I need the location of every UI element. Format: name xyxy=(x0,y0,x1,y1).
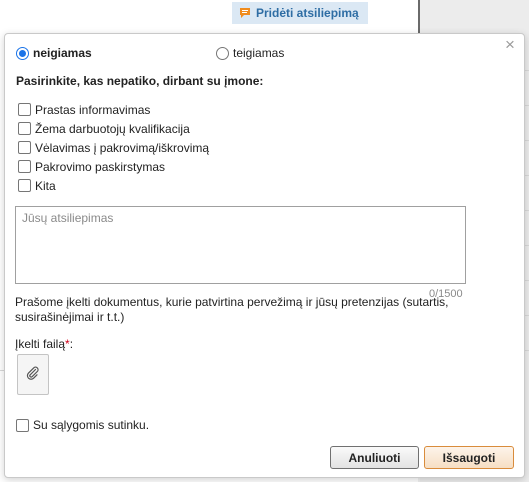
add-review-tab[interactable]: Pridėti atsiliepimą xyxy=(232,2,368,24)
rating-positive-option[interactable]: teigiamas xyxy=(216,46,284,60)
add-review-label: Pridėti atsiliepimą xyxy=(256,6,359,20)
reason-checkbox[interactable] xyxy=(18,179,31,192)
reason-checkbox[interactable] xyxy=(18,103,31,116)
rating-positive-label: teigiamas xyxy=(233,46,285,60)
reason-label: Žema darbuotojų kvalifikacija xyxy=(35,121,190,136)
reason-list: Prastas informavimas Žema darbuotojų kva… xyxy=(18,100,209,195)
reason-item[interactable]: Prastas informavimas xyxy=(18,100,209,119)
review-dialog: × neigiamas teigiamas Pasirinkite, kas n… xyxy=(4,33,525,478)
reason-checkbox[interactable] xyxy=(18,122,31,135)
save-button[interactable]: Išsaugoti xyxy=(424,446,514,469)
reason-label: Vėlavimas į pakrovimą/iškrovimą xyxy=(35,140,210,155)
reasons-prompt: Pasirinkite, kas nepatiko, dirbant su įm… xyxy=(16,74,264,88)
reason-checkbox[interactable] xyxy=(18,160,31,173)
rating-negative-option[interactable]: neigiamas xyxy=(16,46,92,60)
upload-note: Prašome įkelti dokumentus, kurie patvirt… xyxy=(15,295,449,324)
terms-option[interactable]: Su sąlygomis sutinku. xyxy=(16,418,149,432)
reason-checkbox[interactable] xyxy=(18,141,31,154)
close-icon[interactable]: × xyxy=(503,36,517,53)
rating-negative-label: neigiamas xyxy=(33,46,92,60)
attach-file-button[interactable] xyxy=(17,354,49,395)
reason-label: Kita xyxy=(35,178,56,193)
terms-label: Su sąlygomis sutinku. xyxy=(33,418,150,432)
reason-item[interactable]: Vėlavimas į pakrovimą/iškrovimą xyxy=(18,138,209,157)
reason-item[interactable]: Kita xyxy=(18,176,209,195)
upload-label-text: Įkelti failą xyxy=(15,337,66,351)
upload-label-colon: : xyxy=(69,337,74,351)
terms-checkbox[interactable] xyxy=(16,418,29,432)
cancel-button[interactable]: Anuliuoti xyxy=(330,446,419,469)
feedback-textarea[interactable] xyxy=(15,206,466,284)
upload-label: Įkelti failą*: xyxy=(15,337,73,351)
rating-positive-radio[interactable] xyxy=(216,46,229,60)
reason-item[interactable]: Pakrovimo paskirstymas xyxy=(18,157,209,176)
paperclip-icon xyxy=(26,366,40,383)
reason-label: Pakrovimo paskirstymas xyxy=(35,159,166,174)
rating-negative-radio[interactable] xyxy=(16,46,29,60)
comment-icon xyxy=(239,7,251,19)
reason-item[interactable]: Žema darbuotojų kvalifikacija xyxy=(18,119,209,138)
reason-label: Prastas informavimas xyxy=(35,102,151,117)
